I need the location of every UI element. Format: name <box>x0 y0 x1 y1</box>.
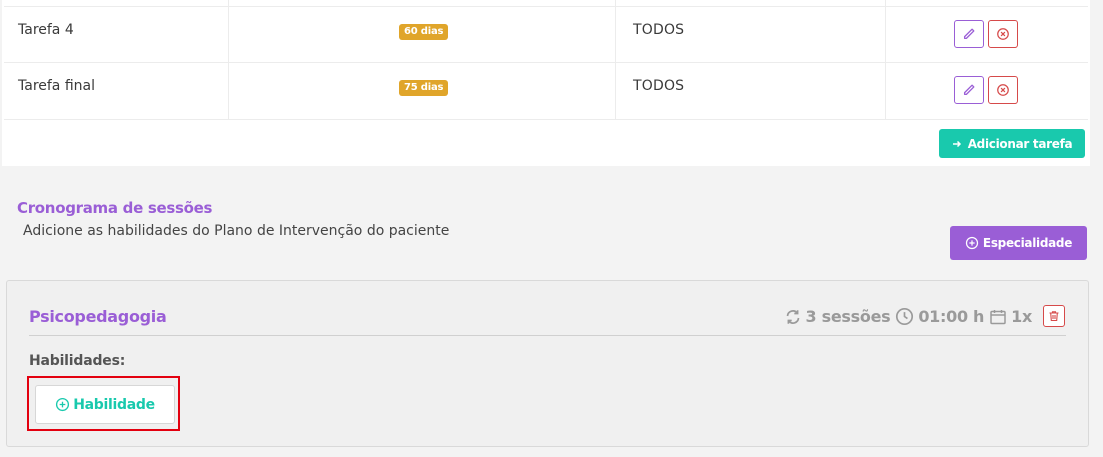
clock-icon <box>896 307 914 326</box>
plus-circle-icon <box>56 397 70 412</box>
table-row: Tarefa final 75 dias TODOS <box>4 63 1088 120</box>
session-duration: 01:00 h <box>895 307 984 326</box>
remove-task-button[interactable] <box>988 20 1018 48</box>
task-target: TODOS <box>633 78 685 94</box>
close-circle-icon <box>997 84 1009 96</box>
refresh-icon <box>786 309 799 324</box>
add-specialty-button[interactable]: Especialidade <box>950 226 1087 260</box>
task-target: TODOS <box>633 22 685 38</box>
add-task-label: Adicionar tarefa <box>967 136 1073 151</box>
pencil-icon <box>963 84 975 96</box>
duration-badge: 60 dias <box>399 24 449 40</box>
plus-circle-icon <box>965 236 979 250</box>
sessions-count: 3 sessões <box>784 307 891 326</box>
add-skill-label: Habilidade <box>73 396 155 413</box>
close-circle-icon <box>997 28 1009 40</box>
add-specialty-label: Especialidade <box>982 236 1073 250</box>
table-row: Tarefa 4 60 dias TODOS <box>4 6 1088 63</box>
add-skill-button[interactable]: Habilidade <box>35 385 175 424</box>
task-name: Tarefa final <box>18 78 95 94</box>
duration-badge: 75 dias <box>399 80 449 96</box>
delete-specialty-button[interactable] <box>1043 305 1065 327</box>
add-task-button[interactable]: Adicionar tarefa <box>939 129 1085 158</box>
section-title: Cronograma de sessões <box>17 199 213 217</box>
skills-label: Habilidades: <box>29 353 126 369</box>
specialty-meta: 3 sessões 01:00 h 1x <box>784 307 1032 326</box>
calendar-icon <box>990 309 1006 324</box>
section-subtitle: Adicione as habilidades do Plano de Inte… <box>23 223 450 239</box>
edit-task-button[interactable] <box>954 76 984 104</box>
divider <box>29 335 1066 336</box>
edit-task-button[interactable] <box>954 20 984 48</box>
task-name: Tarefa 4 <box>18 22 74 38</box>
session-frequency: 1x <box>989 307 1032 326</box>
pencil-icon <box>963 28 975 40</box>
specialty-card: Psicopedagogia 3 sessões 01:00 h 1x Habi… <box>6 280 1089 447</box>
tasks-table: Tarefa 4 60 dias TODOS Tarefa final 75 d… <box>2 0 1090 166</box>
remove-task-button[interactable] <box>988 76 1018 104</box>
specialty-name: Psicopedagogia <box>29 307 167 326</box>
trash-icon <box>1049 311 1059 322</box>
arrow-right-icon <box>952 140 961 147</box>
